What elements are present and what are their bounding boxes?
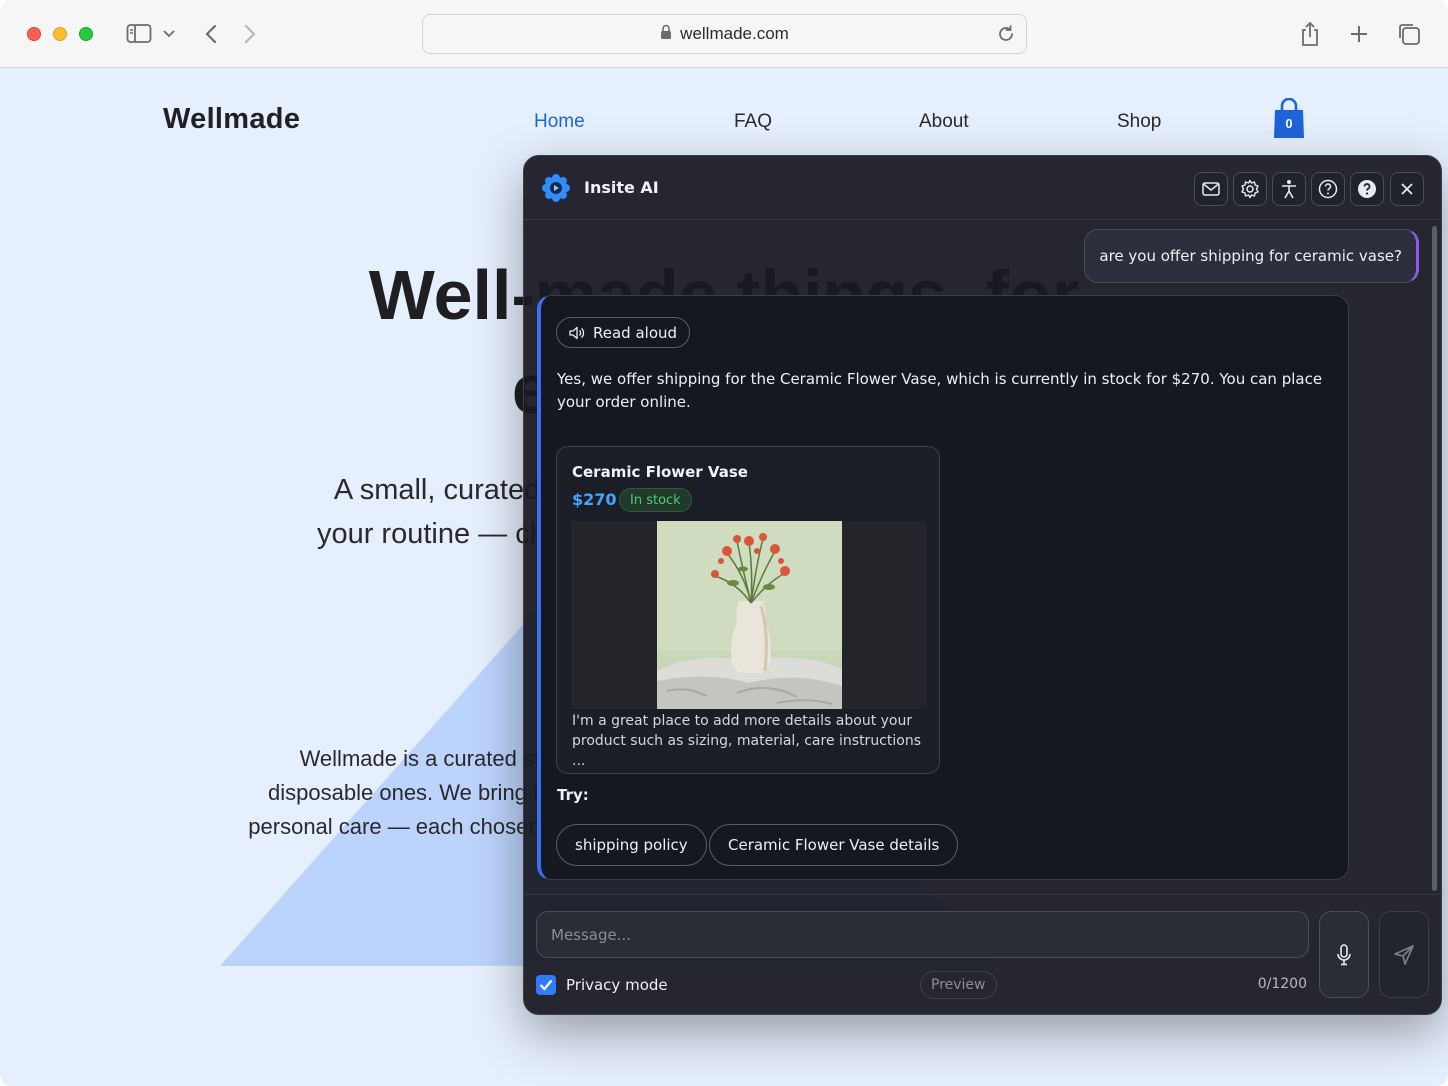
settings-icon (1241, 179, 1259, 199)
preview-button[interactable]: Preview (920, 971, 997, 999)
privacy-checkbox[interactable] (536, 975, 556, 995)
close-window-button[interactable] (27, 27, 41, 41)
checkmark-icon (539, 979, 553, 991)
suggestions-label: Try: (557, 786, 589, 804)
minimize-window-button[interactable] (53, 27, 67, 41)
product-image-frame (571, 521, 927, 709)
stock-badge: In stock (619, 488, 692, 512)
chat-widget: Insite AI are you offer shipping for cer… (523, 155, 1442, 1015)
chat-header: Insite AI (524, 156, 1441, 220)
product-image[interactable] (657, 521, 842, 709)
back-icon[interactable] (200, 22, 222, 46)
cart-button[interactable]: 0 (1272, 97, 1306, 140)
address-bar[interactable]: wellmade.com (422, 14, 1027, 54)
nav-link-about[interactable]: About (919, 111, 969, 133)
new-tab-icon[interactable] (1347, 22, 1371, 46)
close-chat-button[interactable] (1390, 172, 1424, 206)
browser-window: wellmade.com Wellmade Home FAQ About Sho… (0, 0, 1448, 1086)
privacy-mode-label: Privacy mode (566, 976, 668, 994)
accessibility-icon (1282, 180, 1296, 199)
send-button[interactable] (1379, 911, 1429, 998)
product-description: I'm a great place to add more details ab… (572, 713, 921, 769)
character-counter: 0/1200 (1257, 976, 1307, 992)
chat-messages[interactable]: are you offer shipping for ceramic vase?… (524, 221, 1441, 893)
read-aloud-label: Read aloud (593, 323, 678, 342)
browser-toolbar: wellmade.com (0, 0, 1448, 68)
accessibility-button[interactable] (1272, 172, 1306, 206)
nav-link-shop[interactable]: Shop (1117, 111, 1161, 133)
sidebar-toggle-icon[interactable] (126, 23, 152, 45)
zoom-window-button[interactable] (79, 27, 93, 41)
url-text: wellmade.com (680, 24, 789, 43)
reload-icon[interactable] (996, 24, 1016, 49)
read-aloud-button[interactable]: Read aloud (556, 317, 691, 348)
settings-button[interactable] (1233, 172, 1267, 206)
suggestion-chip-product-details[interactable]: Ceramic Flower Vase details (709, 824, 959, 866)
help-outline-button[interactable] (1311, 172, 1345, 206)
chevron-down-icon[interactable] (162, 28, 176, 40)
user-message: are you offer shipping for ceramic vase? (1084, 229, 1419, 283)
privacy-mode-toggle[interactable]: Privacy mode (536, 975, 668, 995)
chat-scrollbar[interactable] (1432, 226, 1437, 891)
chat-composer: Privacy mode Preview 0/1200 (524, 894, 1441, 1014)
speaker-icon (569, 326, 585, 339)
assistant-answer-text: Yes, we offer shipping for the Ceramic F… (557, 370, 1323, 411)
send-icon (1394, 944, 1414, 965)
close-icon (1401, 183, 1413, 195)
lock-icon (660, 24, 672, 45)
microphone-icon (1337, 943, 1351, 965)
tab-overview-icon[interactable] (1396, 21, 1422, 47)
help-outline-icon (1318, 179, 1338, 199)
assistant-message: Read aloud Yes, we offer shipping for th… (537, 295, 1349, 880)
product-name: Ceramic Flower Vase (572, 463, 748, 481)
site-logo[interactable]: Wellmade (163, 103, 300, 136)
mail-icon (1202, 182, 1220, 196)
insite-ai-logo-icon (542, 174, 570, 202)
forward-icon[interactable] (239, 22, 261, 46)
suggestion-chip-shipping-policy[interactable]: shipping policy (556, 824, 707, 866)
cart-count-badge: 0 (1285, 116, 1293, 131)
chat-title: Insite AI (584, 178, 659, 197)
help-filled-button[interactable] (1350, 172, 1384, 206)
share-icon[interactable] (1298, 20, 1322, 48)
nav-link-home[interactable]: Home (534, 111, 585, 133)
help-filled-icon (1358, 180, 1376, 198)
product-price: $270 (572, 490, 617, 509)
message-input[interactable] (536, 911, 1309, 958)
nav-link-faq[interactable]: FAQ (734, 111, 772, 133)
product-card[interactable]: Ceramic Flower Vase $270 In stock I'm a … (556, 446, 940, 774)
email-button[interactable] (1194, 172, 1228, 206)
voice-input-button[interactable] (1319, 911, 1369, 998)
